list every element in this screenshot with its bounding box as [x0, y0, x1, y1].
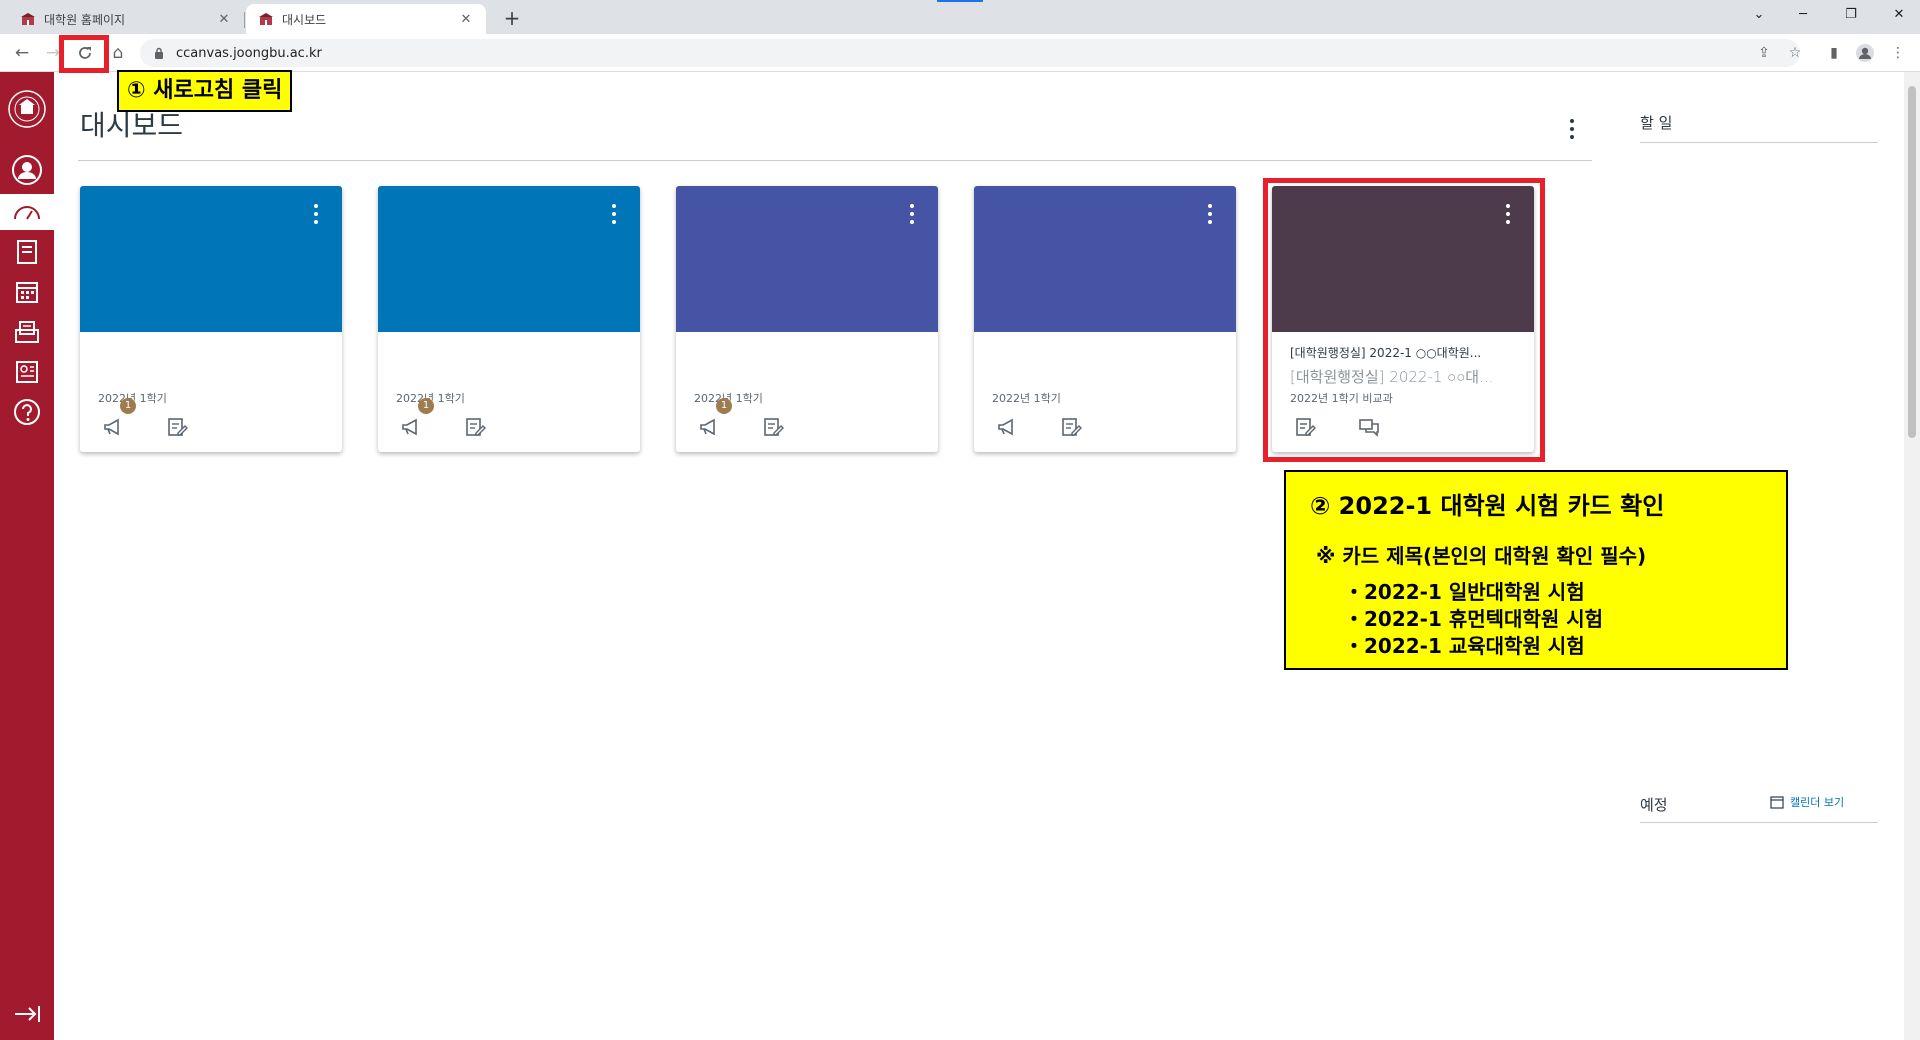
university-seal-icon	[8, 90, 46, 128]
announcement-icon[interactable]	[400, 416, 422, 438]
step2-heading: ② 2022-1 대학원 시험 카드 확인	[1310, 492, 1665, 520]
profile-icon[interactable]	[1853, 41, 1877, 65]
url-text: ccanvas.joongbu.ac.kr	[176, 45, 322, 61]
bookmark-star-icon[interactable]: ☆	[1783, 41, 1807, 65]
university-favicon-icon	[259, 13, 273, 25]
tab-label: 대학원 홈페이지	[44, 12, 126, 27]
inbox-icon	[15, 321, 39, 343]
course-card-term: 2022년 1학기	[992, 392, 1061, 405]
tab-indicator	[937, 0, 983, 2]
view-calendar-label: 캘린더 보기	[1790, 796, 1845, 809]
course-card[interactable]: 2022년 1학기 1	[676, 186, 938, 452]
commons-icon	[16, 361, 38, 383]
global-nav-dashboard[interactable]	[0, 194, 54, 230]
university-logo[interactable]	[0, 78, 54, 140]
address-bar[interactable]: ccanvas.joongbu.ac.kr	[140, 39, 1800, 67]
reload-highlight-box	[59, 35, 109, 73]
dashboard-icon	[14, 206, 40, 220]
global-nav-collapse[interactable]	[0, 996, 54, 1032]
card-options-kebab-icon[interactable]	[312, 204, 320, 230]
card-highlight-box	[1263, 178, 1545, 462]
global-nav-courses[interactable]	[0, 234, 54, 270]
book-icon	[17, 240, 37, 264]
university-favicon-icon	[21, 13, 35, 25]
unread-count-badge: 1	[418, 398, 434, 414]
unread-count-badge: 1	[120, 398, 136, 414]
page-scrollbar[interactable]	[1904, 72, 1920, 1040]
share-icon[interactable]: ⇪	[1752, 41, 1776, 65]
announcement-icon[interactable]	[698, 416, 720, 438]
scrollbar-thumb[interactable]	[1908, 86, 1916, 438]
global-nav-account[interactable]	[0, 152, 54, 188]
tab-separator	[244, 12, 245, 28]
browser-menu-icon[interactable]: ⋮	[1886, 41, 1910, 65]
user-icon	[12, 155, 42, 185]
assignment-icon[interactable]	[166, 416, 188, 438]
card-options-kebab-icon[interactable]	[610, 204, 618, 230]
tab-search-icon[interactable]: ⌄	[1744, 4, 1774, 26]
title-divider	[78, 160, 1592, 161]
course-card[interactable]: 2022년 1학기	[974, 186, 1236, 452]
step2-bullet: ・2022-1 일반대학원 시험	[1344, 580, 1585, 604]
announcement-icon[interactable]	[996, 416, 1018, 438]
back-icon[interactable]: ←	[9, 40, 35, 66]
new-tab-button[interactable]: +	[498, 5, 526, 33]
card-options-kebab-icon[interactable]	[908, 204, 916, 230]
todo-heading: 할 일	[1640, 114, 1673, 132]
unread-count-badge: 1	[716, 398, 732, 414]
course-card-hero[interactable]	[974, 186, 1236, 332]
minimize-icon[interactable]: ─	[1788, 4, 1818, 26]
global-nav-inbox[interactable]	[0, 314, 54, 350]
course-card-hero[interactable]	[378, 186, 640, 332]
todo-divider	[1640, 142, 1878, 143]
tab-graduate-homepage[interactable]: 대학원 홈페이지 ✕	[8, 4, 244, 34]
calendar-small-icon	[1770, 796, 1784, 809]
announcement-icon[interactable]	[102, 416, 124, 438]
step1-callout: ① 새로고침 클릭	[117, 70, 293, 112]
assignment-icon[interactable]	[1060, 416, 1082, 438]
step2-bullet: ・2022-1 휴먼텍대학원 시험	[1344, 607, 1604, 631]
tab-dashboard[interactable]: 대시보드 ✕	[246, 4, 486, 34]
dashboard-options-button[interactable]	[1562, 116, 1582, 142]
profile-avatar-icon	[1856, 44, 1874, 62]
help-icon	[14, 399, 40, 425]
card-options-kebab-icon[interactable]	[1206, 204, 1214, 230]
kebab-menu-icon	[1570, 119, 1574, 139]
window-close-icon[interactable]: ✕	[1884, 4, 1914, 26]
lock-icon	[155, 47, 163, 59]
collapse-icon	[15, 1006, 40, 1022]
course-card[interactable]: 2022년 1학기 1	[378, 186, 640, 452]
course-card-hero[interactable]	[80, 186, 342, 332]
restore-icon[interactable]: ❐	[1836, 4, 1866, 26]
tab-close-icon[interactable]: ✕	[216, 12, 232, 27]
global-navigation	[0, 72, 54, 1040]
step2-subheading: ※ 카드 제목(본인의 대학원 확인 필수)	[1316, 544, 1647, 568]
browser-toolbar: ← → ⌂ ccanvas.joongbu.ac.kr ⇪ ☆ ▮ ⋮	[0, 34, 1920, 72]
global-nav-help[interactable]	[0, 394, 54, 430]
tab-label: 대시보드	[282, 12, 327, 27]
course-card-hero[interactable]	[676, 186, 938, 332]
step2-bullet: ・2022-1 교육대학원 시험	[1344, 634, 1585, 658]
assignment-icon[interactable]	[762, 416, 784, 438]
side-panel-icon[interactable]: ▮	[1822, 41, 1846, 65]
course-card[interactable]: 2022년 1학기 1	[80, 186, 342, 452]
tab-close-icon[interactable]: ✕	[458, 12, 474, 27]
assignment-icon[interactable]	[464, 416, 486, 438]
browser-tab-strip: 대학원 홈페이지 ✕ 대시보드 ✕ + ⌄ ─ ❐ ✕	[0, 0, 1920, 34]
global-nav-calendar[interactable]	[0, 274, 54, 310]
coming-up-heading: 예정	[1640, 796, 1668, 814]
coming-up-divider	[1640, 822, 1878, 823]
calendar-icon	[16, 282, 38, 303]
step2-callout: ② 2022-1 대학원 시험 카드 확인 ※ 카드 제목(본인의 대학원 확인…	[1284, 470, 1788, 670]
view-calendar-link[interactable]: 캘린더 보기	[1770, 794, 1844, 810]
global-nav-commons[interactable]	[0, 354, 54, 390]
